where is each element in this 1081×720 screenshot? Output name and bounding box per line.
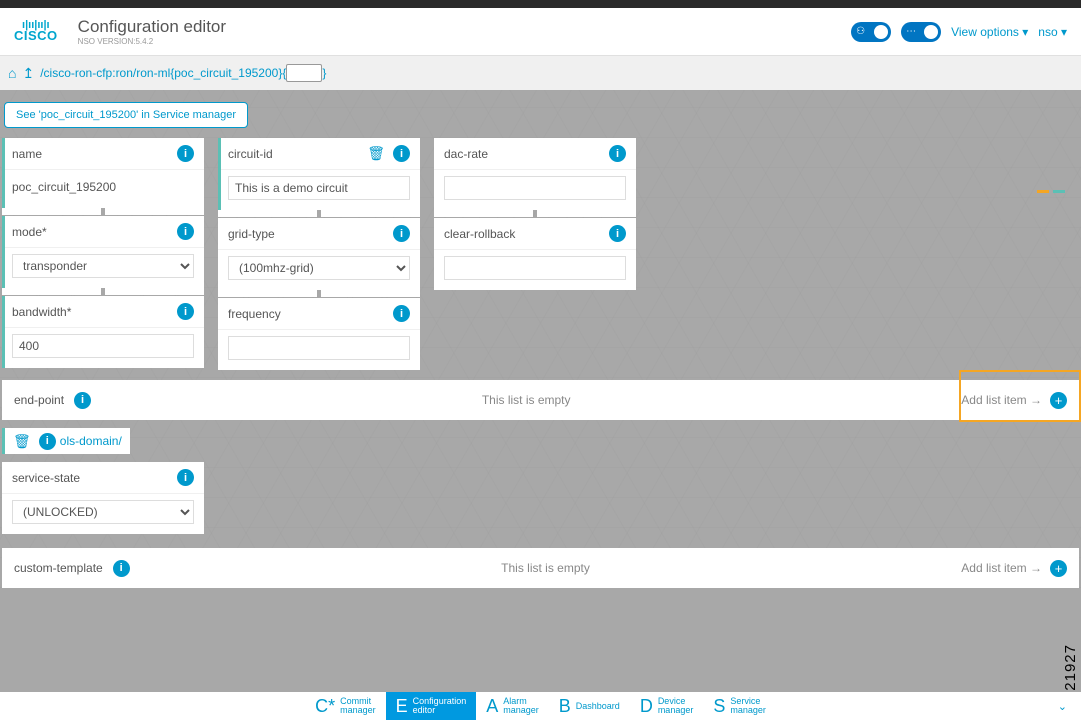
- nav-configuration-editor[interactable]: E Configurationeditor: [386, 692, 477, 720]
- card-bandwidth: bandwidth*i: [2, 296, 204, 368]
- breadcrumb: ⌂ ↥ / cisco-ron-cfp:ron/ron-ml{poc_circu…: [0, 56, 1081, 90]
- plus-icon[interactable]: +: [1050, 392, 1067, 409]
- info-icon[interactable]: i: [609, 145, 626, 162]
- nso-dropdown[interactable]: nso ▾: [1038, 25, 1067, 39]
- sitemap-icon: ⚇: [856, 26, 865, 37]
- view-options-dropdown[interactable]: View options ▾: [951, 25, 1028, 39]
- footer-nav: C* Commitmanager E Configurationeditor A…: [0, 692, 1081, 720]
- end-point-list: end-point i This list is empty Add list …: [2, 380, 1079, 420]
- mode-select[interactable]: transponder: [12, 254, 194, 278]
- nav-alarm-manager[interactable]: A Alarmmanager: [476, 692, 549, 720]
- info-icon[interactable]: i: [393, 305, 410, 322]
- card-clear-rollback: clear-rollbacki: [434, 218, 636, 290]
- info-icon[interactable]: i: [177, 469, 194, 486]
- nav-dashboard[interactable]: B Dashboard: [549, 692, 630, 720]
- card-circuit-id: circuit-id🗑i: [218, 138, 420, 210]
- frequency-input[interactable]: [228, 336, 410, 360]
- bandwidth-input[interactable]: [12, 334, 194, 358]
- card-name: namei poc_circuit_195200: [2, 138, 204, 208]
- cisco-logo: ı|ıı|ıı|ı CISCO: [14, 21, 58, 43]
- chevron-down-icon[interactable]: ⌄: [1058, 700, 1067, 713]
- service-manager-link[interactable]: See 'poc_circuit_195200' in Service mana…: [4, 102, 248, 128]
- add-list-item-link[interactable]: Add list item →: [961, 561, 1042, 575]
- nav-service-manager[interactable]: S Servicemanager: [703, 692, 776, 720]
- info-icon[interactable]: i: [177, 223, 194, 240]
- ols-domain-tab[interactable]: 🗑 i ols-domain/: [2, 428, 130, 454]
- custom-template-list: custom-template i This list is empty Add…: [2, 548, 1079, 588]
- home-icon[interactable]: ⌂: [8, 65, 16, 81]
- info-icon[interactable]: i: [74, 392, 91, 409]
- up-icon[interactable]: ↥: [22, 65, 34, 82]
- nav-commit-manager[interactable]: C* Commitmanager: [305, 692, 386, 720]
- grid-type-select[interactable]: (100mhz-grid): [228, 256, 410, 280]
- app-header: ı|ıı|ıı|ı CISCO Configuration editor NSO…: [0, 8, 1081, 56]
- card-mode: mode*i transponder: [2, 216, 204, 288]
- info-icon[interactable]: i: [393, 225, 410, 242]
- card-frequency: frequencyi: [218, 298, 420, 370]
- settings-toggle[interactable]: ⋯: [901, 22, 941, 42]
- page-title: Configuration editor: [78, 17, 226, 37]
- clear-rollback-input[interactable]: [444, 256, 626, 280]
- card-dac-rate: dac-ratei: [434, 138, 636, 210]
- info-icon[interactable]: i: [393, 145, 410, 162]
- service-state-select[interactable]: (UNLOCKED): [12, 500, 194, 524]
- info-icon[interactable]: i: [177, 145, 194, 162]
- nav-device-manager[interactable]: D Devicemanager: [630, 692, 704, 720]
- card-grid-type: grid-typei (100mhz-grid): [218, 218, 420, 290]
- info-icon[interactable]: i: [177, 303, 194, 320]
- trash-icon[interactable]: 🗑: [367, 145, 385, 162]
- breadcrumb-link[interactable]: cisco-ron-cfp:ron/ron-ml{poc_circuit_195…: [44, 66, 283, 80]
- info-icon[interactable]: i: [39, 433, 56, 450]
- trash-icon[interactable]: 🗑: [13, 433, 31, 450]
- circuit-id-input[interactable]: [228, 176, 410, 200]
- add-list-item-link[interactable]: Add list item →: [961, 393, 1042, 407]
- ellipsis-icon: ⋯: [906, 26, 916, 37]
- dac-rate-input[interactable]: [444, 176, 626, 200]
- card-service-state: service-statei (UNLOCKED): [2, 462, 204, 534]
- version-label: NSO VERSION:5.4.2: [78, 37, 226, 46]
- tree-toggle[interactable]: ⚇: [851, 22, 891, 42]
- name-value: poc_circuit_195200: [12, 176, 194, 198]
- info-icon[interactable]: i: [609, 225, 626, 242]
- plus-icon[interactable]: +: [1050, 560, 1067, 577]
- info-icon[interactable]: i: [113, 560, 130, 577]
- breadcrumb-input[interactable]: [286, 64, 322, 82]
